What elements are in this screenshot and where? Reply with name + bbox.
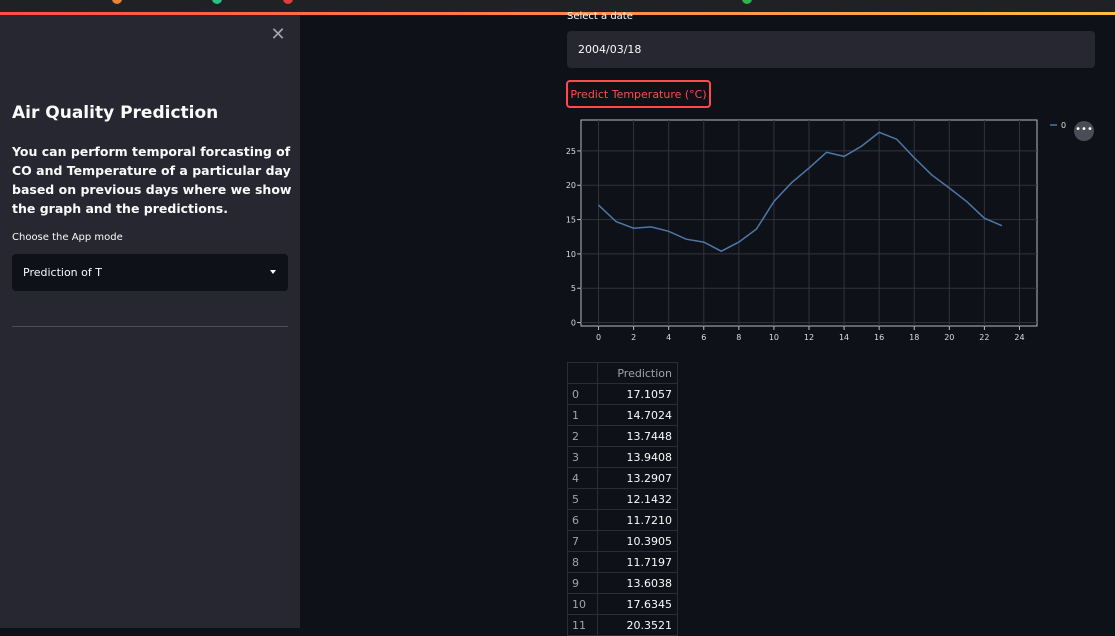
predict-temperature-button[interactable]: Predict Temperature (°C) <box>566 80 711 108</box>
table-row-index: 2 <box>567 425 598 447</box>
sidebar: ✕ Air Quality Prediction You can perform… <box>0 15 300 628</box>
more-icon[interactable]: ••• <box>1074 121 1094 141</box>
table-header-row: Prediction <box>567 362 678 384</box>
chart-x-tick-label: 4 <box>666 333 671 342</box>
table-row-value: 13.2907 <box>597 467 678 489</box>
bookmark-icon[interactable] <box>112 0 122 4</box>
prediction-table: Prediction 0 17.1057 1 14.7024 2 13.7448 3 13.9… <box>567 362 678 636</box>
chart-x-tick-label: 0 <box>596 333 601 342</box>
table-row-value: 13.7448 <box>597 425 678 447</box>
date-label: Select a date <box>567 11 633 22</box>
table-row-index: 1 <box>567 404 598 426</box>
table-row-value: 14.7024 <box>597 404 678 426</box>
chart-x-tick-label: 8 <box>736 333 741 342</box>
table-row-value: 20.3521 <box>597 614 678 636</box>
chart-x-tick-label: 10 <box>769 333 779 342</box>
chart-x-tick-label: 22 <box>979 333 989 342</box>
chart-x-tick-label: 14 <box>839 333 849 342</box>
chart-y-tick-label: 0 <box>571 319 576 328</box>
bookmark-icon[interactable] <box>283 0 293 4</box>
table-row-index: 10 <box>567 593 598 615</box>
chart-legend-label: 0 <box>1061 121 1066 130</box>
bookmark-icon[interactable] <box>212 0 222 4</box>
chart-y-tick-label: 10 <box>566 250 576 259</box>
sidebar-divider <box>12 326 288 327</box>
table-row-value: 17.1057 <box>597 383 678 405</box>
chart-x-tick-label: 20 <box>944 333 954 342</box>
table-row: 7 10.3905 <box>567 530 678 552</box>
table-row: 8 11.7197 <box>567 551 678 573</box>
chart-y-tick-label: 20 <box>566 181 576 190</box>
date-input[interactable]: 2004/03/18 <box>567 31 1095 68</box>
table-header-prediction: Prediction <box>597 362 678 384</box>
chart-x-tick-label: 12 <box>804 333 814 342</box>
chart-x-tick-label: 24 <box>1014 333 1024 342</box>
table-row-index: 6 <box>567 509 598 531</box>
table-row-index: 0 <box>567 383 598 405</box>
table-row-value: 13.6038 <box>597 572 678 594</box>
prediction-line-chart: 0 2 4 6 8 10 12 14 16 18 20 22 2405101520250 <box>566 119 1066 342</box>
sidebar-title: Air Quality Prediction <box>12 103 219 123</box>
table-row-index: 5 <box>567 488 598 510</box>
table-row-value: 13.9408 <box>597 446 678 468</box>
table-row: 3 13.9408 <box>567 446 678 468</box>
chart-x-tick-label: 6 <box>701 333 706 342</box>
chart-x-tick-label: 18 <box>909 333 919 342</box>
table-row-value: 12.1432 <box>597 488 678 510</box>
chart-x-tick-label: 2 <box>631 333 636 342</box>
table-row-index: 11 <box>567 614 598 636</box>
table-row-value: 11.7197 <box>597 551 678 573</box>
chart-x-tick-label: 16 <box>874 333 884 342</box>
table-row-index: 7 <box>567 530 598 552</box>
chart-y-tick-label: 15 <box>566 216 576 225</box>
close-icon[interactable]: ✕ <box>268 25 288 45</box>
table-row-value: 11.7210 <box>597 509 678 531</box>
sidebar-description: You can perform temporal forcasting of C… <box>12 144 292 216</box>
table-row: 10 17.6345 <box>567 593 678 615</box>
table-row: 0 17.1057 <box>567 383 678 405</box>
chevron-down-icon <box>270 270 276 274</box>
app-mode-value: Prediction of T <box>23 266 102 279</box>
chart-y-tick-label: 5 <box>571 284 576 293</box>
table-row: 1 14.7024 <box>567 404 678 426</box>
app-mode-label: Choose the App mode <box>12 232 123 243</box>
table-row-value: 10.3905 <box>597 530 678 552</box>
table-header-index <box>567 362 598 384</box>
table-row-index: 3 <box>567 446 598 468</box>
bookmark-icon[interactable] <box>742 0 752 4</box>
table-row: 5 12.1432 <box>567 488 678 510</box>
table-row: 2 13.7448 <box>567 425 678 447</box>
table-row: 6 11.7210 <box>567 509 678 531</box>
table-row-index: 8 <box>567 551 598 573</box>
chart-y-tick-label: 25 <box>566 147 576 156</box>
table-row: 9 13.6038 <box>567 572 678 594</box>
table-row-index: 9 <box>567 572 598 594</box>
table-row: 11 20.3521 <box>567 614 678 636</box>
table-row-value: 17.6345 <box>597 593 678 615</box>
table-row: 4 13.2907 <box>567 467 678 489</box>
app-mode-select[interactable]: Prediction of T <box>12 254 288 291</box>
table-row-index: 4 <box>567 467 598 489</box>
